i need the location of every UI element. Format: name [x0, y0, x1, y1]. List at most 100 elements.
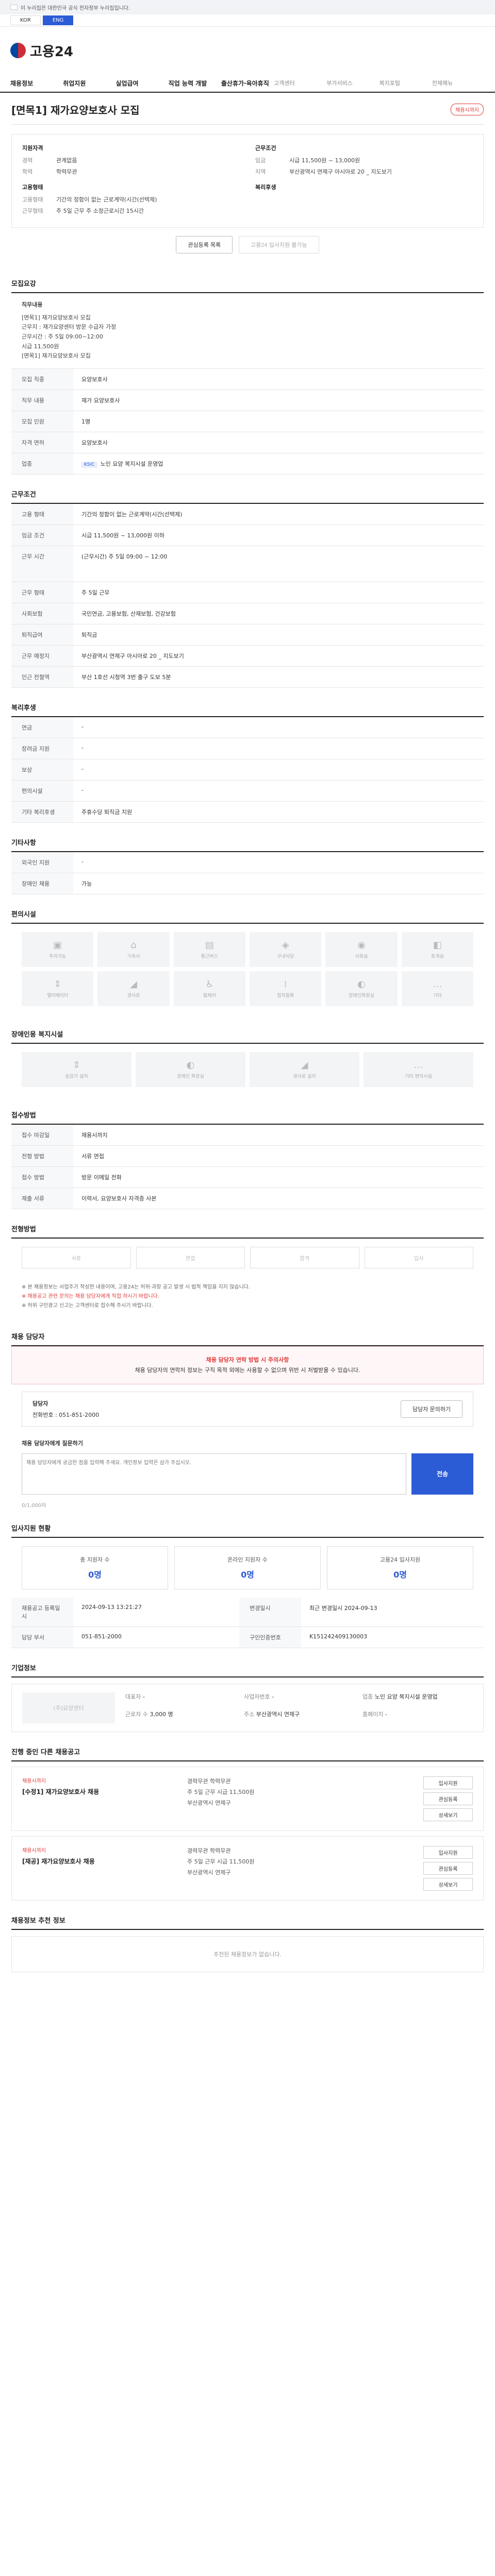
row-key: 퇴직급여	[11, 624, 73, 646]
stat-value: 0명	[393, 1569, 407, 1580]
detail-button[interactable]: 상세보기	[423, 1808, 473, 1821]
field-key: 주소	[244, 1710, 255, 1718]
notice-table: 채용공고 등록일시 2024-09-13 13:21:27 변경일시 최근 변경일시 …	[11, 1597, 484, 1648]
facility-item: ◢ 경사로	[97, 971, 170, 1007]
gov-notice: 이 누리집은 대한민국 공식 전자정부 누리집입니다.	[21, 5, 130, 11]
row-value: 서류 면접	[73, 1145, 484, 1167]
nav-item[interactable]: 직업 능력 개발	[169, 79, 221, 88]
etc-table: 외국인 지원 - 장애인 채용 가능	[11, 852, 484, 895]
row-value: 채용시까지	[73, 1125, 484, 1146]
row-value: -	[73, 738, 484, 760]
nav-item[interactable]: 전체메뉴	[432, 79, 485, 87]
facility-label: 샤워실	[355, 954, 368, 960]
summary-value: 시급 11,500원 ~ 13,000원	[289, 157, 360, 164]
section-heading: 기타사항	[11, 837, 484, 853]
row-key: 구인인증번호	[239, 1626, 301, 1648]
row-value: (근무시간) 주 5일 09:00 ~ 12:00	[73, 546, 484, 583]
facility-item: ◈ 구내식당	[249, 932, 322, 968]
char-count: 0/1,000자	[22, 1502, 46, 1509]
flag-icon	[10, 5, 18, 10]
row-key: 접수 마감일	[11, 1125, 73, 1146]
summary-key: 고용형태	[22, 196, 43, 203]
facility-label: 주차가능	[49, 954, 67, 960]
bookmark-button[interactable]: 관심등록	[423, 1861, 473, 1875]
facility-item: ⌂ 기숙사	[97, 932, 170, 968]
stat-label: 온라인 지원자 수	[227, 1556, 268, 1563]
job-title[interactable]: [수정1] 재가요양보호사 채용	[22, 1787, 177, 1796]
row-key: 근무 형태	[11, 582, 73, 604]
row-key: 근무 예정지	[11, 645, 73, 667]
send-question-button[interactable]: 전송	[411, 1453, 473, 1495]
apply-button[interactable]: 입사지원	[423, 1845, 473, 1859]
conditions-table: 고용 형태 기간의 정함이 없는 근로계약(시간(선택제) 임금 조건 시급 11,…	[11, 504, 484, 688]
welfare-table: 연금 - 장려금 지원 - 보상 - 편의시설 - 기타 복리후생 주휴수당 퇴직금 지원	[11, 717, 484, 823]
row-key: 장려금 지원	[11, 738, 73, 760]
dorm-icon: ⌂	[130, 940, 137, 951]
action-buttons: 관심등록 목록 고용24 입사지원 불가능	[11, 228, 484, 264]
manager-phone: 전화번호 : 051-851-2000	[32, 1411, 100, 1418]
nav-item[interactable]: 부가서비스	[326, 79, 379, 87]
row-value: KSIC 노인 요양 복지시설 운영업	[73, 453, 484, 475]
facility-label: 기숙사	[127, 954, 140, 960]
bookmark-button[interactable]: 관심등록 목록	[176, 236, 233, 253]
company-field: 주소 부산광역시 연제구	[244, 1710, 354, 1723]
apply-button[interactable]: 고용24 입사지원 불가능	[239, 236, 319, 253]
nav-item[interactable]: 복지포털	[380, 79, 432, 87]
detail-title: 직무내용	[22, 301, 43, 308]
disability-grid: ⇕ 승강기 설치 ◐ 장애인 화장실 ◢ 경사로 설치 … 기타 편의시설	[11, 1044, 484, 1095]
job-card[interactable]: 채용시까지 [수정1] 재가요양보호사 채용 경력무관 학력무관 주 5일 근무 시…	[11, 1766, 484, 1831]
row-value: 부산 1호선 시청역 3번 출구 도보 5분	[73, 666, 484, 688]
job-title[interactable]: [재공] 재가요양보호사 채용	[22, 1857, 177, 1866]
nav-item[interactable]: 채용정보	[10, 79, 63, 88]
more-icon: …	[433, 979, 442, 990]
detail-button[interactable]: 상세보기	[423, 1877, 473, 1891]
summary-value: 학력무관	[56, 168, 77, 175]
field-key: 홈페이지	[362, 1710, 384, 1718]
job-deadline: 채용시까지	[22, 1778, 46, 1784]
row-value: 부산광역시 연제구 아시아로 20 _ 지도보기	[73, 645, 484, 667]
question-input[interactable]	[22, 1453, 406, 1495]
row-key: 편의시설	[11, 780, 73, 802]
section-process: 전형방법 서류 면접 합격 입사 ※ 본 채용정보는 사업주가 작성한 내용이며…	[11, 1224, 484, 1317]
elevator-icon: ⇕	[54, 979, 62, 990]
section-manager: 채용 담당자 채용 담당자 연락 방법 시 주의사항 채용 담당자의 연락처 정…	[11, 1331, 484, 1509]
field-value: -	[272, 1693, 274, 1700]
row-key: 근무 시간	[11, 546, 73, 583]
field-key: 근로자 수	[125, 1710, 148, 1718]
site-logo[interactable]: 고용24	[10, 41, 73, 60]
lang-tab-kor[interactable]: KOR	[10, 15, 41, 25]
row-value: 주 5일 근무	[73, 582, 484, 604]
lang-tab-eng[interactable]: ENG	[42, 15, 74, 25]
field-value: 노인 요양 복지시설 운영업	[374, 1693, 438, 1700]
contact-manager-button[interactable]: 담당자 문의하기	[401, 1400, 463, 1418]
section-heading: 편의시설	[11, 909, 484, 924]
section-heading: 복리후생	[11, 702, 484, 718]
nav-item[interactable]: 취업지원	[63, 79, 116, 88]
cafeteria-icon: ◈	[282, 940, 289, 951]
nav-item[interactable]: 고객센터	[274, 79, 326, 87]
row-value: 시급 11,500원 ~ 13,000원 이하	[73, 524, 484, 547]
section-detail: 모집요강 직무내용 [면목1] 재가요양보호사 모집 근무지 : 재가요양센터 …	[11, 278, 484, 475]
row-value: -	[73, 717, 484, 739]
section-heading: 기업정보	[11, 1663, 484, 1677]
row-value: 요양보호사	[73, 432, 484, 454]
apply-button[interactable]: 입사지원	[423, 1776, 473, 1789]
row-key: 인근 전철역	[11, 666, 73, 688]
row-key: 고용 형태	[11, 504, 73, 526]
company-logo: (주)요양센터	[22, 1692, 115, 1723]
row-value: 방문 이메일 전화	[73, 1166, 484, 1189]
bookmark-button[interactable]: 관심등록	[423, 1792, 473, 1805]
job-card[interactable]: 채용시까지 [재공] 재가요양보호사 채용 경력무관 학력무관 주 5일 근무 시급…	[11, 1836, 484, 1901]
nav-item[interactable]: 출산휴가·육아휴직	[221, 79, 274, 88]
nav-item[interactable]: 실업급여	[116, 79, 168, 88]
row-value: 2024-09-13 13:21:27	[73, 1597, 239, 1627]
row-value: 요양보호사	[73, 369, 484, 391]
row-key: 업종	[11, 453, 73, 475]
summary-value: 주 5일 근무 주 소정근로시간 15시간	[56, 208, 144, 214]
job-summary: 지원자격 경력 관계없음 학력 학력무관 고용형태 고용형태 기간의 정함이 없는 근…	[11, 134, 484, 228]
row-value: 051-851-2000	[73, 1626, 239, 1648]
facility-label: 경사로 설치	[293, 1074, 316, 1080]
job-info: 주 5일 근무 시급 11,500원	[187, 1858, 255, 1865]
section-stats: 입사지원 현황 총 지원자 수 0명 온라인 지원자 수 0명 고용24 입사지원 0…	[11, 1523, 484, 1648]
process-step: 합격	[250, 1247, 359, 1269]
